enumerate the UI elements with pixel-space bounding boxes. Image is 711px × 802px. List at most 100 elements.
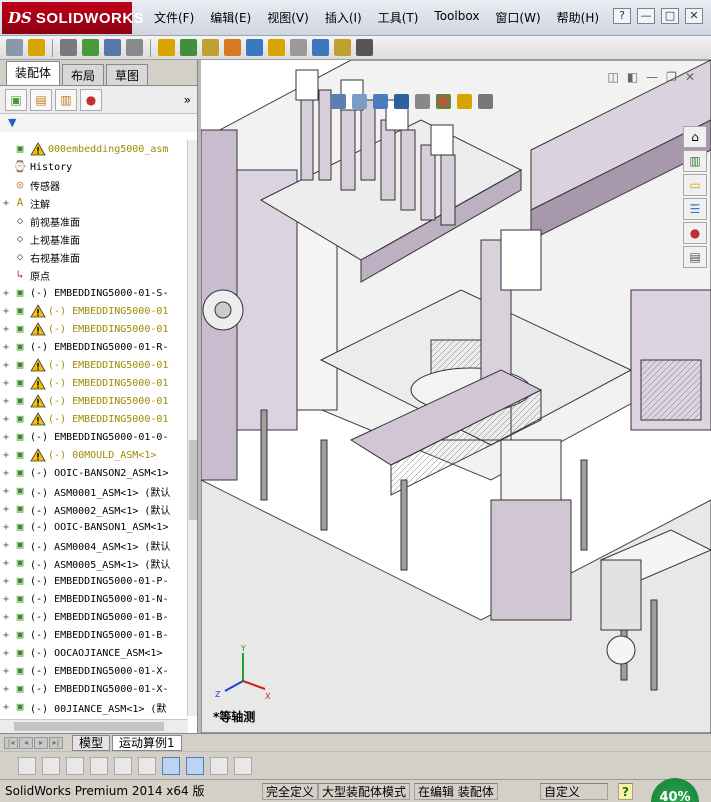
linear-pattern-icon[interactable] [158, 39, 175, 56]
tree-item[interactable]: + ▣ (-) OOIC-BANSON1_ASM<1> [0, 518, 188, 536]
shaded-icon[interactable] [186, 756, 204, 775]
expand-toggle-icon[interactable]: + [0, 342, 12, 353]
expand-toggle-icon[interactable]: + [0, 648, 12, 659]
component-preview-icon[interactable] [126, 39, 143, 56]
table-icon[interactable] [210, 756, 228, 775]
scene-icon[interactable] [457, 94, 472, 109]
expand-toggle-icon[interactable]: + [0, 468, 12, 479]
bill-of-materials-icon[interactable] [312, 39, 329, 56]
view-settings-icon[interactable] [478, 94, 493, 109]
tree-vertical-scrollbar[interactable] [187, 140, 197, 716]
restore-viewport-icon[interactable]: ◫ [607, 70, 618, 84]
help-button[interactable]: ? [613, 8, 631, 24]
tree-item[interactable]: + ▣ (-) 00JIANCE_ASM<1> (默 [0, 698, 188, 716]
tree-item[interactable]: + ▣ (-) EMBEDDING5000-01 [0, 302, 188, 320]
tree-item[interactable]: + ▣ (-) EMBEDDING5000-01 [0, 374, 188, 392]
tree-item[interactable]: + ▣ (-) EMBEDDING5000-01-R- [0, 338, 188, 356]
zoom-area-icon[interactable] [352, 94, 367, 109]
tree-item[interactable]: + ▣ (-) OOCAOJIANCE_ASM<1> [0, 644, 188, 662]
last-tab-icon[interactable]: ▸| [49, 736, 63, 749]
assembly-model[interactable] [201, 60, 711, 733]
tree-item[interactable]: ↳ 原点 [0, 266, 188, 284]
expand-toggle-icon[interactable]: + [0, 684, 12, 695]
scroll-thumb[interactable] [14, 722, 164, 731]
tree-view-icon[interactable] [162, 756, 180, 775]
document-tab[interactable]: 运动算例1 [112, 734, 182, 751]
menu-item[interactable]: 文件(F) [146, 9, 202, 26]
assembly-features-icon[interactable] [246, 39, 263, 56]
expand-toggle-icon[interactable]: + [0, 396, 12, 407]
maximize-button[interactable]: □ [661, 8, 679, 24]
tree-item[interactable]: + ▣ (-) EMBEDDING5000-01-0- [0, 428, 188, 446]
scroll-thumb[interactable] [189, 440, 197, 520]
first-tab-icon[interactable]: |◂ [4, 736, 18, 749]
expand-toggle-icon[interactable]: + [0, 594, 12, 605]
minimize-document-icon[interactable]: — [646, 70, 658, 84]
tree-item[interactable]: ◇ 上视基准面 [0, 230, 188, 248]
shaded-edges-icon[interactable] [66, 756, 84, 775]
tree-item[interactable]: ▣ 000embedding5000_asm [0, 140, 188, 158]
tree-item[interactable]: + ▣ (-) EMBEDDING5000-01-P- [0, 572, 188, 590]
graphics-area[interactable]: ◫ ◧ — ❐ ✕ ⌂ ▥ ▭ ☰ ● ▤ Y X Z *等轴测 [201, 60, 711, 733]
expand-panel-icon[interactable]: » [184, 93, 191, 107]
design-library-icon[interactable]: ▥ [683, 150, 707, 172]
expand-toggle-icon[interactable]: + [0, 414, 12, 425]
display-style-icon[interactable] [415, 94, 430, 109]
menu-item[interactable]: 窗口(W) [487, 9, 548, 26]
menu-item[interactable]: 编辑(E) [202, 9, 259, 26]
exploded-view-icon[interactable] [334, 39, 351, 56]
tree-item[interactable]: + ▣ (-) EMBEDDING5000-01-X- [0, 680, 188, 698]
expand-toggle-icon[interactable]: + [0, 450, 12, 461]
expand-toggle-icon[interactable]: + [0, 306, 12, 317]
insert-component-icon[interactable] [82, 39, 99, 56]
tree-item[interactable]: + ▣ (-) EMBEDDING5000-01-X- [0, 662, 188, 680]
next-tab-icon[interactable]: ▸ [34, 736, 48, 749]
view-orientation-icon[interactable] [394, 94, 409, 109]
tree-item[interactable]: + ▣ (-) EMBEDDING5000-01 [0, 320, 188, 338]
zoom-to-fit-icon[interactable] [331, 94, 346, 109]
smart-fasteners-icon[interactable] [180, 39, 197, 56]
tree-item[interactable]: ◎ 传感器 [0, 176, 188, 194]
expand-toggle-icon[interactable]: + [0, 432, 12, 443]
expand-toggle-icon[interactable]: + [0, 378, 12, 389]
minimize-button[interactable]: — [637, 8, 655, 24]
section-view-icon[interactable] [373, 94, 388, 109]
hidden-lines-icon[interactable] [18, 756, 36, 775]
tree-item[interactable]: + ▣ (-) ASM0001_ASM<1> (默认 [0, 482, 188, 500]
display-manager-icon[interactable]: ● [80, 88, 102, 111]
expand-toggle-icon[interactable]: + [0, 288, 12, 299]
menu-item[interactable]: Toolbox [426, 9, 487, 26]
edit-component-icon[interactable] [60, 39, 77, 56]
tree-horizontal-scrollbar[interactable] [0, 719, 188, 733]
tree-item[interactable]: + ▣ (-) EMBEDDING5000-01-N- [0, 590, 188, 608]
menu-item[interactable]: 视图(V) [259, 9, 317, 26]
panel-tab[interactable]: 布局 [62, 64, 105, 85]
expand-toggle-icon[interactable]: + [0, 666, 12, 677]
tree-item[interactable]: + A 注解 [0, 194, 188, 212]
restore-document-icon[interactable]: ❐ [666, 70, 677, 84]
mate-icon[interactable] [104, 39, 121, 56]
new-motion-study-icon[interactable] [290, 39, 307, 56]
grid-view-icon[interactable] [114, 756, 132, 775]
tree-filter[interactable]: ▼ [0, 114, 197, 132]
tree-item[interactable]: + ▣ (-) EMBEDDING5000-01 [0, 356, 188, 374]
tree-item[interactable]: ◇ 右视基准面 [0, 248, 188, 266]
feature-manager-icon[interactable]: ▣ [5, 88, 27, 111]
tree-item[interactable]: + ▣ (-) ASM0005_ASM<1> (默认 [0, 554, 188, 572]
instant3d-icon[interactable] [356, 39, 373, 56]
appearances-icon[interactable]: ● [683, 222, 707, 244]
help-icon[interactable]: ? [618, 783, 633, 800]
close-document-icon[interactable]: ✕ [685, 70, 695, 84]
menu-item[interactable]: 插入(I) [317, 9, 370, 26]
tree-item[interactable]: + ▣ (-) EMBEDDING5000-01 [0, 410, 188, 428]
expand-toggle-icon[interactable]: + [0, 522, 12, 533]
close-button[interactable]: ✕ [685, 8, 703, 24]
expand-toggle-icon[interactable]: + [0, 540, 12, 551]
large-assembly-mode[interactable]: 大型装配体模式 [318, 783, 411, 800]
document-tab[interactable]: 模型 [72, 734, 111, 751]
save-icon[interactable] [234, 756, 252, 775]
tree-item[interactable]: + ▣ (-) EMBEDDING5000-01 [0, 392, 188, 410]
solidworks-logo[interactable]: DS SOLIDWORKS [2, 2, 144, 34]
tree-item[interactable]: + ▣ (-) ASM0002_ASM<1> (默认 [0, 500, 188, 518]
tree-item[interactable]: + ▣ (-) EMBEDDING5000-01-B- [0, 608, 188, 626]
